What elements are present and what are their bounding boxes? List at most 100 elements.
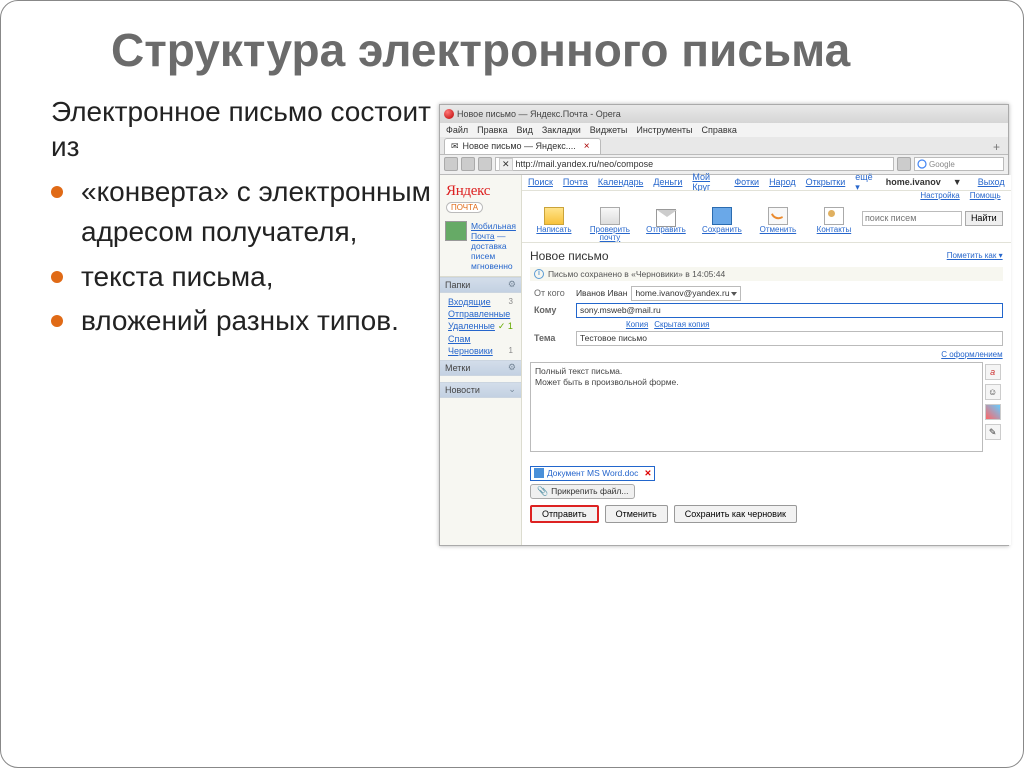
labels-header[interactable]: Метки ⚙ [440, 360, 521, 376]
folder-count: 1 [508, 346, 512, 356]
mail-icon: ✉ [451, 141, 459, 152]
saved-info-text: Письмо сохранено в «Черновики» в 14:05:4… [548, 269, 725, 279]
attach-file-button[interactable]: 📎 Прикрепить файл... [530, 484, 636, 499]
folder-sent[interactable]: Отправленные [448, 309, 510, 319]
from-name: Иванов Иван [576, 288, 628, 298]
compose-icon [544, 207, 564, 225]
back-button[interactable] [444, 157, 458, 171]
section-title: Папки [445, 280, 470, 290]
yandex-logo: Яндекс [446, 183, 515, 200]
collapse-icon[interactable]: ⌄ [508, 384, 516, 395]
subject-input[interactable] [576, 331, 1003, 346]
menu-item[interactable]: Инструменты [636, 125, 692, 135]
cc-link[interactable]: Копия [626, 320, 648, 329]
opera-icon [444, 109, 454, 119]
menu-item[interactable]: Вид [517, 125, 533, 135]
settings-link[interactable]: Настройка [920, 191, 959, 203]
to-input[interactable] [576, 303, 1003, 318]
gear-icon[interactable]: ⚙ [508, 362, 516, 373]
menu-item[interactable]: Файл [446, 125, 468, 135]
cancel-mail-button[interactable]: Отменить [605, 505, 668, 523]
nav-link[interactable]: Деньги [653, 177, 682, 187]
menu-bar[interactable]: Файл Правка Вид Закладки Виджеты Инструм… [440, 123, 1008, 137]
url-text: http://mail.yandex.ru/neo/compose [516, 159, 654, 169]
nav-link[interactable]: Поиск [528, 177, 553, 187]
contacts-button[interactable]: Контакты [806, 205, 862, 234]
gear-icon[interactable]: ⚙ [508, 279, 516, 290]
body-textarea[interactable]: Полный текст письма. Может быть в произв… [530, 362, 983, 452]
forward-button[interactable] [461, 157, 475, 171]
folder-spam[interactable]: Спам [448, 334, 471, 344]
window-title: Новое письмо — Яндекс.Почта - Opera [457, 109, 621, 119]
mail-badge: почта [446, 202, 483, 213]
with-design-link[interactable]: С оформлением [530, 350, 1003, 359]
cancel-button[interactable]: Отменить [750, 205, 806, 234]
dropdown-icon[interactable] [897, 157, 911, 171]
menu-item[interactable]: Виджеты [590, 125, 628, 135]
chevron-down-icon[interactable]: ▼ [953, 177, 962, 187]
menu-item[interactable]: Справка [702, 125, 737, 135]
remove-attachment-icon[interactable]: ✕ [644, 468, 651, 479]
folders-header[interactable]: Папки ⚙ [440, 277, 521, 293]
nav-link[interactable]: Народ [769, 177, 796, 187]
nav-link[interactable]: Календарь [598, 177, 643, 187]
mail-search-button[interactable]: Найти [965, 211, 1003, 226]
nav-more[interactable]: ещё ▾ [855, 172, 875, 193]
new-tab-button[interactable]: + [993, 140, 1004, 154]
folder-deleted[interactable]: Удаленные [448, 321, 495, 332]
format-icon[interactable]: a [985, 364, 1001, 380]
attachment-chip[interactable]: Документ MS Word.doc ✕ [530, 466, 656, 481]
bullet-item: вложений разных типов. [51, 301, 431, 342]
mark-as-link[interactable]: Пометить как ▾ [947, 251, 1003, 260]
search-placeholder: Google [929, 160, 955, 169]
nav-link[interactable]: Открытки [806, 177, 846, 187]
bullet-item: «конверта» с электронным адресом получат… [51, 172, 431, 253]
compose-button[interactable]: Написать [526, 205, 582, 234]
mail-search-input[interactable] [862, 211, 962, 226]
menu-item[interactable]: Правка [477, 125, 507, 135]
tab-label: Новое письмо — Яндекс.... [463, 141, 576, 151]
palette-icon[interactable] [985, 404, 1001, 420]
from-email-select[interactable]: home.ivanov@yandex.ru [631, 286, 740, 301]
folder-count: ✓ 1 [498, 321, 513, 332]
promo-box[interactable]: Мобильная Почта — доставка писем мгновен… [440, 217, 521, 277]
compose-heading: Новое письмо [530, 249, 609, 263]
folder-inbox[interactable]: Входящие [448, 297, 491, 307]
url-field[interactable]: ✕ http://mail.yandex.ru/neo/compose [495, 157, 894, 171]
browser-search[interactable]: Google [914, 157, 1004, 171]
emoji-icon[interactable]: ☺ [985, 384, 1001, 400]
attachment-name: Документ MS Word.doc [547, 468, 638, 478]
user-name[interactable]: home.ivanov [886, 177, 941, 187]
close-icon[interactable]: × [584, 141, 590, 152]
word-icon [534, 468, 544, 478]
nav-link[interactable]: Мой Круг [692, 172, 724, 192]
nav-link[interactable]: Фотки [734, 177, 759, 187]
undo-icon [768, 207, 788, 225]
folder-drafts[interactable]: Черновики [448, 346, 493, 356]
news-header[interactable]: Новости ⌄ [440, 382, 521, 398]
reload-button[interactable] [478, 157, 492, 171]
browser-tab[interactable]: ✉ Новое письмо — Яндекс.... × [444, 138, 601, 154]
contacts-icon [824, 207, 844, 225]
subject-label: Тема [530, 331, 576, 346]
help-link[interactable]: Помощь [970, 191, 1001, 203]
logout-link[interactable]: Выход [978, 177, 1005, 187]
attach-icon[interactable]: ✎ [985, 424, 1001, 440]
send-mail-button[interactable]: Отправить [530, 505, 599, 523]
folder-count: 3 [508, 297, 512, 307]
paperclip-icon: 📎 [537, 486, 548, 497]
menu-item[interactable]: Закладки [542, 125, 581, 135]
nav-link[interactable]: Почта [563, 177, 588, 187]
promo-link[interactable]: Мобильная Почта [471, 221, 516, 241]
save-button[interactable]: Сохранить [694, 205, 750, 234]
promo-thumb-icon [445, 221, 467, 241]
bcc-link[interactable]: Скрытая копия [654, 320, 709, 329]
protocol-icon: ✕ [499, 158, 513, 171]
google-icon [917, 159, 927, 169]
check-mail-button[interactable]: Проверить почту [582, 205, 638, 242]
bullet-list: «конверта» с электронным адресом получат… [41, 172, 431, 342]
slide-title: Структура электронного письма [41, 25, 983, 76]
slide-subtitle: Электронное письмо состоит из [41, 94, 431, 164]
save-draft-button[interactable]: Сохранить как черновик [674, 505, 797, 523]
send-button[interactable]: Отправить [638, 205, 694, 234]
